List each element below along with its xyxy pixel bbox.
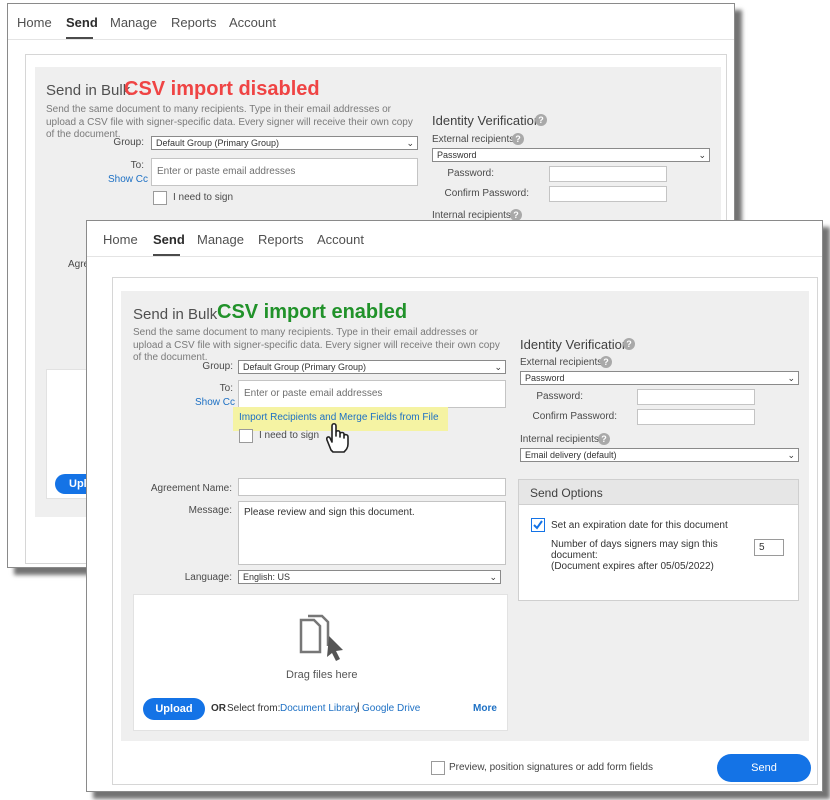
external-select[interactable]: Password ⌄	[432, 148, 710, 162]
expiration-checkbox[interactable]	[531, 518, 545, 532]
language-select[interactable]: English: US ⌄	[238, 570, 501, 584]
send-options-title: Send Options	[530, 486, 603, 500]
nav-active-underline	[153, 254, 180, 256]
or-text: OR	[211, 703, 226, 714]
document-stack-icon	[299, 614, 343, 661]
internal-select-value: Email delivery (default)	[525, 450, 617, 460]
confirm-password-label: Confirm Password:	[444, 188, 529, 199]
hand-pointer-cursor-icon	[326, 422, 349, 453]
language-label: Language:	[184, 572, 232, 583]
show-cc-link[interactable]: Show Cc	[108, 174, 148, 185]
preview-checkbox[interactable]	[431, 761, 445, 775]
link-separator: |	[357, 702, 360, 713]
chevron-down-icon: ⌄	[494, 362, 502, 372]
front-window: Home Send Manage Reports Account Send in…	[86, 220, 823, 792]
help-icon[interactable]: ?	[512, 133, 524, 145]
message-label: Message:	[188, 505, 232, 516]
password-label: Password:	[447, 168, 494, 179]
to-label: To:	[130, 160, 144, 171]
nav-home[interactable]: Home	[17, 15, 52, 30]
message-textarea[interactable]: Please review and sign this document.	[238, 501, 506, 565]
external-label: External recipients	[520, 357, 603, 368]
nav-reports[interactable]: Reports	[171, 15, 217, 30]
to-input[interactable]: Enter or paste email addresses	[238, 380, 506, 408]
need-to-sign-label: I need to sign	[173, 192, 234, 203]
external-select[interactable]: Password ⌄	[520, 371, 799, 385]
chevron-down-icon: ⌄	[406, 138, 414, 148]
group-select-value: Default Group (Primary Group)	[156, 138, 280, 148]
send-button-label: Send	[751, 762, 777, 774]
page-description: Send the same document to many recipient…	[133, 327, 500, 363]
chevron-down-icon: ⌄	[787, 450, 795, 460]
need-to-sign-label: I need to sign	[259, 430, 320, 441]
nav-manage[interactable]: Manage	[197, 232, 244, 247]
confirm-password-input[interactable]	[549, 186, 667, 202]
nav-reports[interactable]: Reports	[258, 232, 304, 247]
upload-label-partial: Upl	[69, 478, 87, 490]
checkmark-icon	[533, 520, 543, 530]
group-select[interactable]: Default Group (Primary Group) ⌄	[238, 360, 506, 374]
expiration-label: Set an expiration date for this document	[551, 520, 728, 531]
help-icon[interactable]: ?	[600, 356, 612, 368]
preview-label: Preview, position signatures or add form…	[449, 762, 653, 773]
to-input[interactable]: Enter or paste email addresses	[151, 158, 418, 186]
chevron-down-icon: ⌄	[489, 572, 497, 582]
need-to-sign-checkbox[interactable]	[239, 429, 253, 443]
group-label: Group:	[113, 137, 144, 148]
help-icon[interactable]: ?	[535, 114, 547, 126]
chevron-down-icon: ⌄	[698, 150, 706, 160]
select-from-text: Select from:	[227, 703, 281, 714]
external-select-value: Password	[525, 373, 565, 383]
csv-enabled-badge: CSV import enabled	[217, 301, 408, 323]
help-icon[interactable]: ?	[598, 433, 610, 445]
nav-send[interactable]: Send	[153, 232, 185, 247]
days-label-line2: document:	[551, 550, 598, 561]
top-nav: Home Send Manage Reports Account	[87, 221, 822, 257]
external-select-value: Password	[437, 150, 477, 160]
show-cc-link[interactable]: Show Cc	[195, 397, 235, 408]
top-nav: Home Send Manage Reports Account	[8, 4, 734, 40]
days-input[interactable]: 5	[754, 539, 784, 556]
identity-title: Identity Verification	[432, 113, 542, 128]
to-label: To:	[219, 383, 233, 394]
send-button[interactable]: Send	[717, 754, 811, 782]
language-select-value: English: US	[243, 572, 291, 582]
group-select-value: Default Group (Primary Group)	[243, 362, 367, 372]
upload-button[interactable]: Upload	[143, 698, 205, 720]
group-select[interactable]: Default Group (Primary Group) ⌄	[151, 136, 418, 150]
agreement-label-partial: Agre	[68, 259, 90, 270]
chevron-down-icon: ⌄	[787, 373, 795, 383]
nav-send[interactable]: Send	[66, 15, 98, 30]
days-label-line3: (Document expires after 05/05/2022)	[551, 561, 714, 572]
page-title: Send in Bulk	[46, 82, 131, 99]
agreement-name-label: Agreement Name:	[150, 483, 232, 494]
help-icon[interactable]: ?	[623, 338, 635, 350]
google-drive-link[interactable]: Google Drive	[362, 703, 420, 714]
more-link[interactable]: More	[473, 703, 497, 714]
identity-title: Identity Verification	[520, 337, 630, 352]
password-input[interactable]	[549, 166, 667, 182]
page-title: Send in Bulk	[133, 306, 218, 323]
days-label-line1: Number of days signers may sign this	[551, 539, 718, 550]
document-library-link[interactable]: Document Library	[280, 703, 359, 714]
csv-disabled-badge: CSV import disabled	[124, 78, 320, 100]
internal-label: Internal recipients	[520, 434, 599, 445]
agreement-name-input[interactable]	[238, 478, 506, 496]
password-input[interactable]	[637, 389, 755, 405]
internal-select[interactable]: Email delivery (default) ⌄	[520, 448, 799, 462]
external-label: External recipients	[432, 134, 515, 145]
drag-files-text: Drag files here	[286, 669, 358, 681]
need-to-sign-checkbox[interactable]	[153, 191, 167, 205]
nav-account[interactable]: Account	[317, 232, 364, 247]
password-label: Password:	[536, 391, 583, 402]
nav-home[interactable]: Home	[103, 232, 138, 247]
upload-button-label: Upload	[155, 703, 193, 715]
nav-manage[interactable]: Manage	[110, 15, 157, 30]
nav-active-underline	[66, 37, 93, 39]
confirm-password-label: Confirm Password:	[532, 411, 617, 422]
nav-account[interactable]: Account	[229, 15, 276, 30]
confirm-password-input[interactable]	[637, 409, 755, 425]
group-label: Group:	[202, 361, 233, 372]
